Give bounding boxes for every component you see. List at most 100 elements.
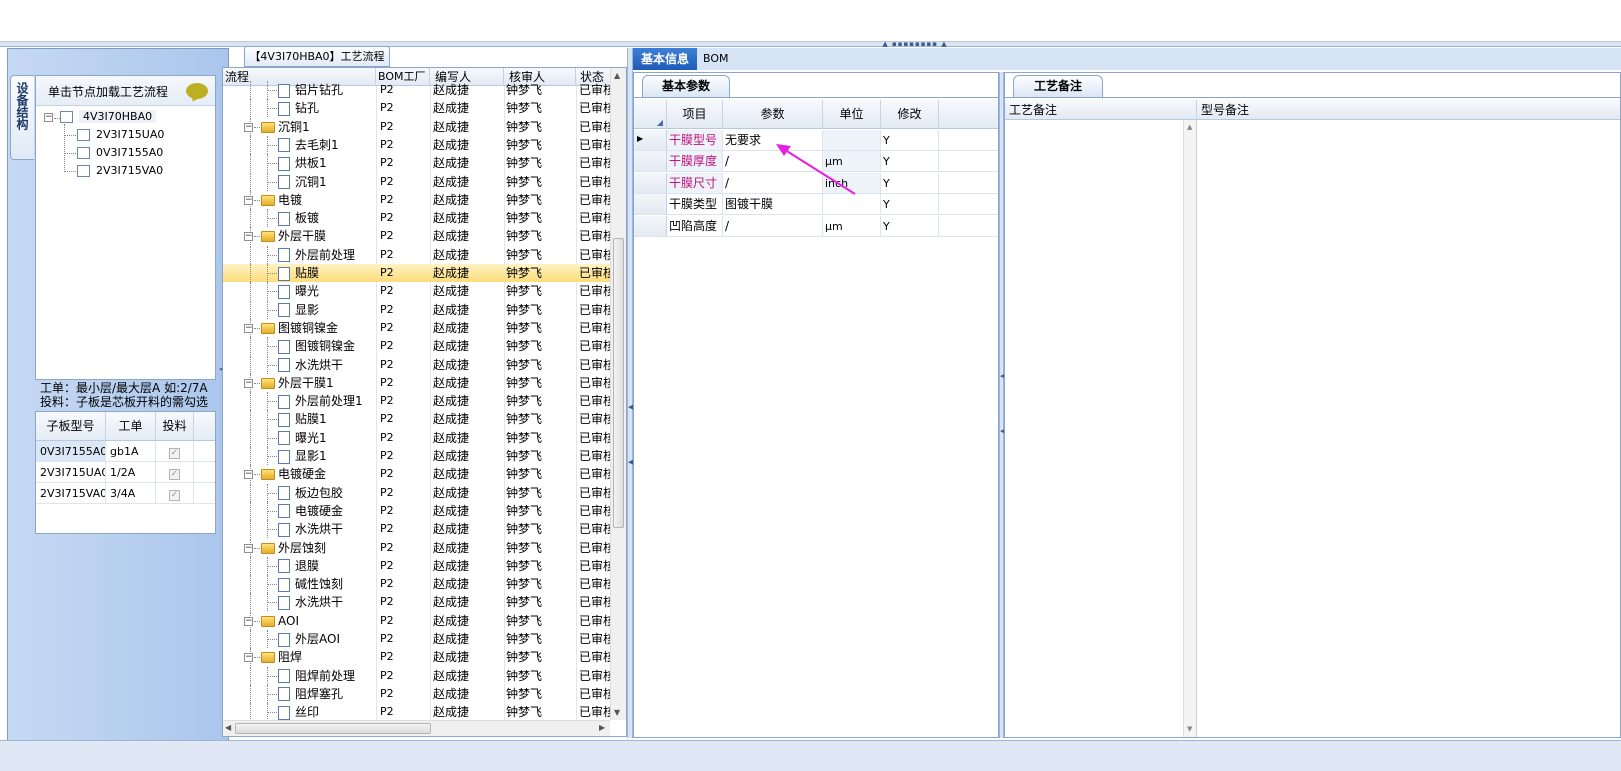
sub-feed-cell[interactable]: ✓	[156, 483, 194, 504]
process-row[interactable]: 显影 P2 赵成捷 钟梦飞 已审核	[223, 300, 610, 319]
col-header-order[interactable]: 工单	[106, 412, 156, 441]
writer-cell: 赵成捷	[433, 412, 470, 427]
scroll-thumb[interactable]	[613, 238, 624, 528]
process-vertical-scrollbar[interactable]: ▲ ▼	[610, 68, 626, 720]
col-header-process-note[interactable]: 工艺备注	[1005, 100, 1197, 120]
process-row[interactable]: 阻焊前处理 P2 赵成捷 钟梦飞 已审核	[223, 666, 610, 685]
feed-checkbox[interactable]: ✓	[169, 448, 180, 459]
process-row[interactable]: 电镀硬金 P2 赵成捷 钟梦飞 已审核	[223, 501, 610, 520]
process-row[interactable]: − 外层蚀刻 P2 赵成捷 钟梦飞 已审核	[223, 538, 610, 557]
feed-checkbox[interactable]: ✓	[169, 469, 180, 480]
tab-basic-info[interactable]: 基本信息	[633, 48, 697, 70]
process-step-name: 丝印	[295, 705, 320, 720]
checker-cell: 钟梦飞	[506, 686, 543, 701]
process-row[interactable]: 图镀铜镍金 P2 赵成捷 钟梦飞 已审核	[223, 337, 610, 356]
checkbox-icon[interactable]	[77, 165, 90, 177]
status-cell: 已审核	[579, 302, 610, 317]
col-header-feed[interactable]: 投料	[156, 412, 194, 441]
collapse-icon[interactable]: −	[244, 470, 253, 480]
sub-feed-cell[interactable]: ✓	[156, 462, 194, 483]
collapse-icon[interactable]: −	[244, 378, 253, 388]
checkbox-icon[interactable]	[77, 147, 90, 159]
sub-order-cell[interactable]: gb1A	[106, 441, 156, 462]
process-row[interactable]: 外层AOI P2 赵成捷 钟梦飞 已审核	[223, 630, 610, 648]
collapse-icon[interactable]: −	[244, 232, 253, 242]
checker-cell: 钟梦飞	[506, 540, 543, 555]
process-row[interactable]: 贴膜 P2 赵成捷 钟梦飞 已审核	[223, 264, 610, 282]
sub-feed-cell[interactable]: ✓	[156, 441, 194, 462]
process-note-textarea[interactable]	[1005, 120, 1183, 737]
process-row[interactable]: 铝片钻孔 P2 赵成捷 钟梦飞 已审核	[223, 81, 610, 99]
tree-node-child[interactable]: 0V3I7155A0	[77, 146, 163, 159]
process-row[interactable]: 水洗烘干 P2 赵成捷 钟梦飞 已审核	[223, 520, 610, 539]
process-row[interactable]: − 外层干膜1 P2 赵成捷 钟梦飞 已审核	[223, 373, 610, 392]
collapse-icon[interactable]: −	[244, 616, 253, 626]
process-row[interactable]: 烘板1 P2 赵成捷 钟梦飞 已审核	[223, 154, 610, 173]
collapse-icon[interactable]: −	[244, 195, 253, 205]
col-header-model[interactable]: 子板型号	[36, 412, 106, 441]
horizontal-splitter[interactable]: ▲ ▪▪▪▪▪▪▪▪ ▲	[0, 41, 1621, 48]
process-row[interactable]: 曝光1 P2 赵成捷 钟梦飞 已审核	[223, 428, 610, 447]
sub-model-cell[interactable]: 2V3I715VA0	[36, 483, 106, 504]
process-row[interactable]: 沉铜1 P2 赵成捷 钟梦飞 已审核	[223, 172, 610, 191]
process-row[interactable]: 丝印 P2 赵成捷 钟梦飞 已审核	[223, 703, 610, 720]
scroll-left-icon[interactable]: ◀	[225, 723, 231, 732]
writer-cell: 赵成捷	[433, 558, 470, 573]
scroll-right-icon[interactable]: ▶	[599, 723, 605, 732]
process-row[interactable]: 显影1 P2 赵成捷 钟梦飞 已审核	[223, 447, 610, 465]
process-row[interactable]: 阻焊塞孔 P2 赵成捷 钟梦飞 已审核	[223, 684, 610, 703]
checker-cell: 钟梦飞	[506, 705, 543, 720]
process-row[interactable]: 水洗烘干 P2 赵成捷 钟梦飞 已审核	[223, 355, 610, 374]
checkbox-icon[interactable]	[60, 111, 73, 123]
tree-node-child[interactable]: 2V3I715UA0	[77, 128, 164, 141]
splitter-grip-icon[interactable]: ▲ ▪▪▪▪▪▪▪▪ ▲	[880, 41, 950, 48]
tab-device-structure[interactable]: 设备结构	[10, 75, 34, 160]
sub-order-cell[interactable]: 3/4A	[106, 483, 156, 504]
sub-order-cell[interactable]: 1/2A	[106, 462, 156, 483]
process-row[interactable]: 板镀 P2 赵成捷 钟梦飞 已审核	[223, 209, 610, 228]
process-step-name: 外层干膜1	[278, 375, 334, 390]
process-row[interactable]: 贴膜1 P2 赵成捷 钟梦飞 已审核	[223, 410, 610, 429]
process-row[interactable]: 碱性蚀刻 P2 赵成捷 钟梦飞 已审核	[223, 575, 610, 594]
process-row[interactable]: 曝光 P2 赵成捷 钟梦飞 已审核	[223, 282, 610, 301]
tab-bom[interactable]: BOM	[703, 48, 743, 70]
collapse-icon[interactable]: −	[244, 122, 253, 132]
scroll-up-icon[interactable]: ▲	[614, 71, 620, 80]
hint-line-feed: 投料：子板是芯板开料的需勾选	[40, 395, 209, 409]
process-row[interactable]: − AOI P2 赵成捷 钟梦飞 已审核	[223, 611, 610, 630]
process-row[interactable]: 板边包胶 P2 赵成捷 钟梦飞 已审核	[223, 483, 610, 502]
checkbox-icon[interactable]	[77, 129, 90, 141]
process-row[interactable]: 退膜 P2 赵成捷 钟梦飞 已审核	[223, 556, 610, 575]
process-row[interactable]: 外层前处理1 P2 赵成捷 钟梦飞 已审核	[223, 392, 610, 411]
process-row[interactable]: 水洗烘干 P2 赵成捷 钟梦飞 已审核	[223, 593, 610, 612]
process-row[interactable]: − 阻焊 P2 赵成捷 钟梦飞 已审核	[223, 648, 610, 667]
writer-cell: 赵成捷	[433, 284, 470, 299]
col-header-model-note[interactable]: 型号备注	[1197, 100, 1620, 120]
process-row[interactable]: − 电镀硬金 P2 赵成捷 钟梦飞 已审核	[223, 465, 610, 484]
tree-node-child[interactable]: 2V3I715VA0	[77, 164, 163, 177]
collapse-icon[interactable]: −	[244, 543, 253, 553]
document-icon	[278, 559, 290, 574]
sub-model-cell[interactable]: 0V3I7155A0	[36, 441, 106, 462]
process-row[interactable]: − 电镀 P2 赵成捷 钟梦飞 已审核	[223, 190, 610, 209]
note-scrollbar[interactable]: ▲ ▼	[1183, 120, 1197, 737]
collapse-icon[interactable]: −	[244, 323, 253, 333]
model-note-textarea[interactable]	[1197, 120, 1620, 737]
process-row[interactable]: − 沉铜1 P2 赵成捷 钟梦飞 已审核	[223, 117, 610, 136]
process-row[interactable]: − 图镀铜镍金 P2 赵成捷 钟梦飞 已审核	[223, 318, 610, 337]
process-row[interactable]: − 外层干膜 P2 赵成捷 钟梦飞 已审核	[223, 227, 610, 246]
feed-checkbox[interactable]: ✓	[169, 490, 180, 501]
process-horizontal-scrollbar[interactable]: ◀ ▶	[223, 720, 610, 736]
process-row[interactable]: 钻孔 P2 赵成捷 钟梦飞 已审核	[223, 99, 610, 118]
sub-model-cell[interactable]: 2V3I715UA0	[36, 462, 106, 483]
collapse-icon[interactable]: −	[44, 113, 53, 122]
process-row[interactable]: 去毛刺1 P2 赵成捷 钟梦飞 已审核	[223, 135, 610, 154]
document-icon	[278, 669, 290, 684]
scroll-thumb[interactable]	[235, 723, 431, 734]
tab-process-notes[interactable]: 工艺备注	[1013, 75, 1103, 97]
scroll-down-icon[interactable]: ▼	[614, 708, 620, 717]
process-step-name: 阻焊塞孔	[295, 686, 344, 701]
tree-node-root[interactable]: 4V3I70HBA0	[60, 110, 157, 123]
process-row[interactable]: 外层前处理 P2 赵成捷 钟梦飞 已审核	[223, 245, 610, 264]
collapse-icon[interactable]: −	[244, 653, 253, 663]
